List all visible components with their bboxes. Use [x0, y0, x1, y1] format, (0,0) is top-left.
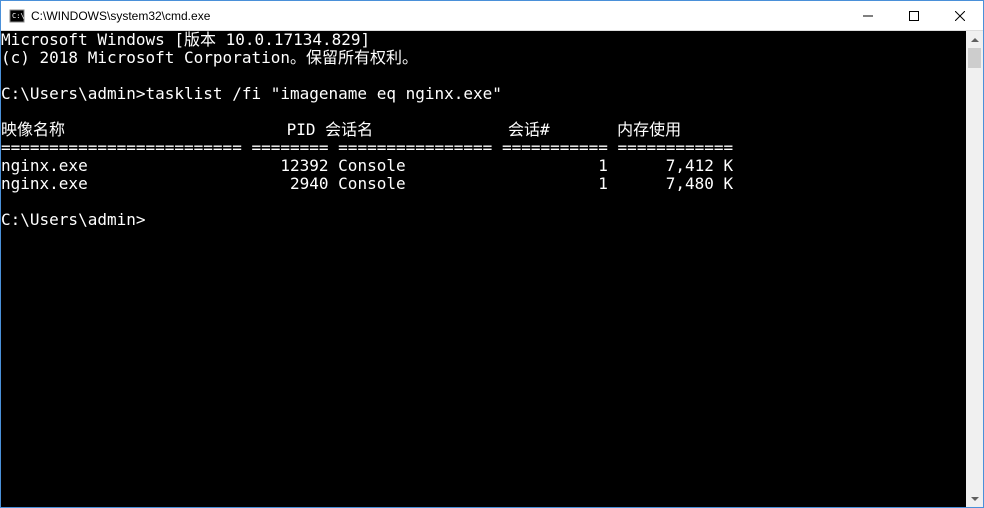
blank-line	[1, 103, 966, 121]
scrollbar-down-arrow[interactable]	[966, 490, 983, 507]
cell-pid: 2940	[290, 174, 329, 193]
blank-line	[1, 193, 966, 211]
cell-mem-usage: 7,412 K	[666, 156, 733, 175]
maximize-button[interactable]	[891, 1, 937, 30]
table-row: nginx.exe 12392 Console 1 7,412 K	[1, 157, 966, 175]
scrollbar[interactable]	[966, 31, 983, 507]
scrollbar-thumb[interactable]	[968, 48, 981, 68]
table-header: 映像名称 PID 会话名 会话# 内存使用	[1, 121, 966, 139]
cell-session-num: 1	[598, 174, 608, 193]
window-title: C:\WINDOWS\system32\cmd.exe	[31, 9, 845, 23]
cell-session-num: 1	[598, 156, 608, 175]
cell-pid: 12392	[280, 156, 328, 175]
table-row: nginx.exe 2940 Console 1 7,480 K	[1, 175, 966, 193]
cmd-window: C:\ C:\WINDOWS\system32\cmd.exe Microsof…	[0, 0, 984, 508]
terminal-output[interactable]: Microsoft Windows [版本 10.0.17134.829](c)…	[1, 31, 966, 507]
cell-image-name: nginx.exe	[1, 174, 88, 193]
cmd-icon: C:\	[9, 8, 25, 24]
table-separator: ========================= ======== =====…	[1, 139, 966, 157]
scrollbar-track[interactable]	[966, 48, 983, 490]
terminal-wrapper: Microsoft Windows [版本 10.0.17134.829](c)…	[1, 31, 983, 507]
svg-text:C:\: C:\	[12, 12, 25, 20]
titlebar[interactable]: C:\ C:\WINDOWS\system32\cmd.exe	[1, 1, 983, 31]
prompt: C:\Users\admin>	[1, 84, 146, 103]
col-session-num: 会话#	[508, 120, 550, 139]
col-session-name: 会话名	[325, 120, 373, 139]
banner-line: Microsoft Windows [版本 10.0.17134.829]	[1, 31, 966, 49]
blank-line	[1, 67, 966, 85]
cell-session-name: Console	[338, 156, 405, 175]
cell-session-name: Console	[338, 174, 405, 193]
command-text: tasklist /fi "imagename eq nginx.exe"	[146, 84, 502, 103]
cell-mem-usage: 7,480 K	[666, 174, 733, 193]
cell-image-name: nginx.exe	[1, 156, 88, 175]
banner-line: (c) 2018 Microsoft Corporation。保留所有权利。	[1, 49, 966, 67]
prompt: C:\Users\admin>	[1, 210, 146, 229]
close-button[interactable]	[937, 1, 983, 30]
window-controls	[845, 1, 983, 30]
col-mem-usage: 内存使用	[617, 120, 681, 139]
scrollbar-up-arrow[interactable]	[966, 31, 983, 48]
col-image-name: 映像名称	[1, 120, 65, 139]
minimize-button[interactable]	[845, 1, 891, 30]
prompt-line: C:\Users\admin>	[1, 211, 966, 229]
col-pid: PID	[287, 120, 316, 139]
command-line: C:\Users\admin>tasklist /fi "imagename e…	[1, 85, 966, 103]
